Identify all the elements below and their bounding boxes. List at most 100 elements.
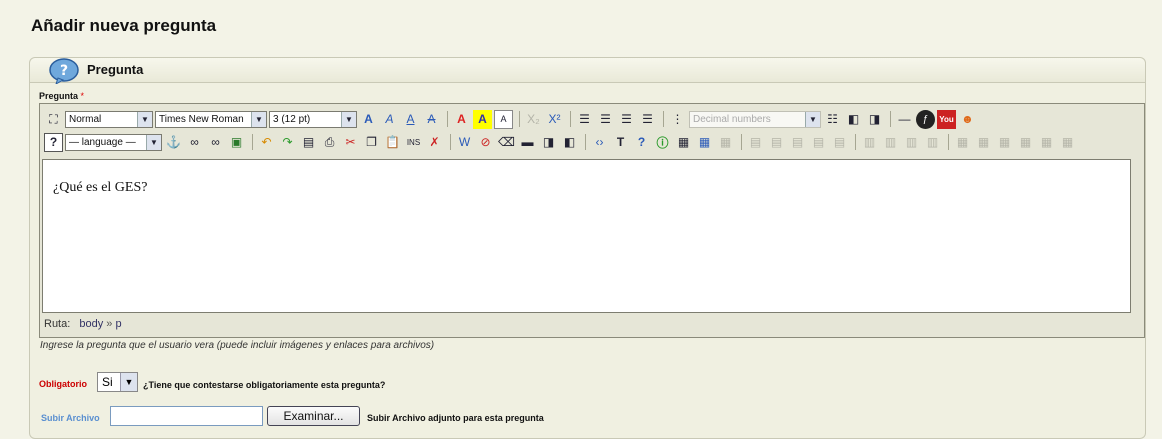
- youtube-icon[interactable]: You: [937, 109, 956, 129]
- panel-title: Pregunta: [87, 62, 144, 77]
- unlink-icon[interactable]: ∞: [206, 133, 225, 152]
- strikethrough-icon[interactable]: A: [422, 110, 441, 129]
- source-code-icon[interactable]: ‹›: [590, 133, 609, 152]
- cut-icon[interactable]: ✂: [341, 133, 360, 152]
- flash-icon[interactable]: ƒ: [916, 109, 935, 129]
- path-separator: »: [106, 318, 113, 330]
- row-merge-icon[interactable]: ▤: [830, 133, 849, 152]
- indent-icon[interactable]: ◨: [865, 110, 884, 129]
- separator: [570, 111, 571, 127]
- required-select[interactable]: Si ▼: [97, 372, 138, 392]
- col-split-icon[interactable]: ▥: [923, 133, 942, 152]
- required-star: *: [80, 91, 85, 101]
- cell-delete-icon[interactable]: ▦: [1016, 133, 1035, 152]
- copy-icon[interactable]: ❐: [362, 133, 381, 152]
- path-body-link[interactable]: body: [79, 318, 103, 330]
- anchor-icon[interactable]: ⚓: [164, 133, 183, 152]
- font-select[interactable]: Times New Roman ▼: [155, 110, 267, 128]
- panel-header: ? Pregunta: [30, 58, 1145, 84]
- justify-icon[interactable]: ☰: [638, 110, 657, 129]
- col-insert-before-icon[interactable]: ▥: [860, 133, 879, 152]
- users-icon[interactable]: ☻: [958, 110, 977, 129]
- cell-merge-icon[interactable]: ▦: [1037, 133, 1056, 152]
- cell-split-icon[interactable]: ▦: [1058, 133, 1077, 152]
- language-select[interactable]: — language — ▼: [65, 133, 162, 151]
- rich-text-editor: ⛶ Normal ▼ Times New Roman ▼ 3 (12 pt) ▼ A …: [39, 103, 1145, 338]
- about-icon[interactable]: ?: [632, 133, 651, 152]
- row-props-icon[interactable]: ▦: [716, 133, 735, 152]
- separator: [890, 111, 891, 127]
- separator: [447, 111, 448, 127]
- subscript-icon[interactable]: X₂: [524, 110, 543, 129]
- image-icon[interactable]: ▣: [227, 133, 246, 152]
- cell-props-icon[interactable]: ▦: [953, 133, 972, 152]
- eraser-icon[interactable]: ⌫: [497, 133, 516, 152]
- ordered-list-icon[interactable]: ⋮: [668, 110, 687, 129]
- separator: [663, 111, 664, 127]
- fullscreen-icon[interactable]: ⛶: [44, 110, 63, 129]
- separator: [585, 134, 586, 150]
- undo-icon[interactable]: ↶: [257, 133, 276, 152]
- insert-overwrite-icon[interactable]: INS: [404, 133, 423, 152]
- redo-icon[interactable]: ↷: [278, 133, 297, 152]
- question-content: ¿Qué es el GES?: [53, 180, 148, 195]
- print-icon[interactable]: ⎙: [320, 133, 339, 152]
- col-delete-icon[interactable]: ▥: [902, 133, 921, 152]
- align-center-icon[interactable]: ☰: [596, 110, 615, 129]
- cell-insert-after-icon[interactable]: ▦: [995, 133, 1014, 152]
- align-right-icon[interactable]: ☰: [617, 110, 636, 129]
- special-chars-icon[interactable]: T: [611, 133, 630, 152]
- bold-icon[interactable]: A: [359, 110, 378, 129]
- paste-word-icon[interactable]: W: [455, 133, 474, 152]
- separator: [855, 134, 856, 150]
- underline-icon[interactable]: A: [401, 110, 420, 129]
- unordered-list-icon[interactable]: ☷: [823, 110, 842, 129]
- italic-icon[interactable]: A: [380, 110, 399, 129]
- chevron-down-icon: ▼: [120, 373, 137, 391]
- help-icon[interactable]: ?: [44, 132, 63, 152]
- clean-font-icon[interactable]: ⊘: [476, 133, 495, 152]
- paste-icon[interactable]: 📋: [383, 133, 402, 152]
- upload-description: Subir Archivo adjunto para esta pregunta: [367, 413, 544, 423]
- required-description: ¿Tiene que contestarse obligatoriamente …: [143, 380, 386, 390]
- path-p-link[interactable]: p: [115, 318, 121, 330]
- table-props-icon[interactable]: ▦: [695, 133, 714, 152]
- align-left-icon[interactable]: ☰: [575, 110, 594, 129]
- insert-before-icon[interactable]: ◨: [539, 133, 558, 152]
- clear-format-icon[interactable]: A: [494, 109, 513, 129]
- col-insert-after-icon[interactable]: ▥: [881, 133, 900, 152]
- remove-format-icon[interactable]: ✗: [425, 133, 444, 152]
- editor-content-area[interactable]: ¿Qué es el GES?: [42, 159, 1131, 313]
- toolbar-row-2: ? — language — ▼ ⚓ ∞ ∞ ▣ ↶ ↷ ▤ ⎙ ✂ ❐ 📋 IN…: [44, 131, 1079, 153]
- cell-insert-before-icon[interactable]: ▦: [974, 133, 993, 152]
- table-icon[interactable]: ▦: [674, 133, 693, 152]
- row-split-icon[interactable]: ▤: [809, 133, 828, 152]
- highlight-color-icon[interactable]: A: [473, 109, 492, 129]
- text-color-icon[interactable]: A: [452, 110, 471, 129]
- separator: [252, 134, 253, 150]
- file-input[interactable]: [110, 406, 263, 426]
- superscript-icon[interactable]: X²: [545, 110, 564, 129]
- editor-statusbar: Ruta: body » p: [44, 318, 122, 330]
- list-style-select[interactable]: Decimal numbers ▼: [689, 110, 821, 128]
- separator: [741, 134, 742, 150]
- find-icon[interactable]: ▤: [299, 133, 318, 152]
- info-icon[interactable]: ⓘ: [653, 133, 672, 152]
- question-help-text: Ingrese la pregunta que el usuario vera …: [40, 340, 435, 351]
- separator: [519, 111, 520, 127]
- horizontal-rule-icon[interactable]: —: [895, 110, 914, 129]
- outdent-icon[interactable]: ◧: [844, 110, 863, 129]
- page-title: Añadir nueva pregunta: [31, 16, 217, 35]
- link-icon[interactable]: ∞: [185, 133, 204, 152]
- spacer-icon[interactable]: ▬: [518, 133, 537, 152]
- row-insert-after-icon[interactable]: ▤: [767, 133, 786, 152]
- row-delete-icon[interactable]: ▤: [788, 133, 807, 152]
- row-insert-before-icon[interactable]: ▤: [746, 133, 765, 152]
- insert-after-icon[interactable]: ◧: [560, 133, 579, 152]
- question-label: Pregunta *: [39, 91, 85, 101]
- toolbar-row-1: ⛶ Normal ▼ Times New Roman ▼ 3 (12 pt) ▼ A …: [44, 108, 979, 130]
- format-select[interactable]: Normal ▼: [65, 110, 153, 128]
- browse-button[interactable]: Examinar...: [267, 406, 360, 426]
- size-select[interactable]: 3 (12 pt) ▼: [269, 110, 357, 128]
- question-bubble-icon: ?: [49, 58, 79, 84]
